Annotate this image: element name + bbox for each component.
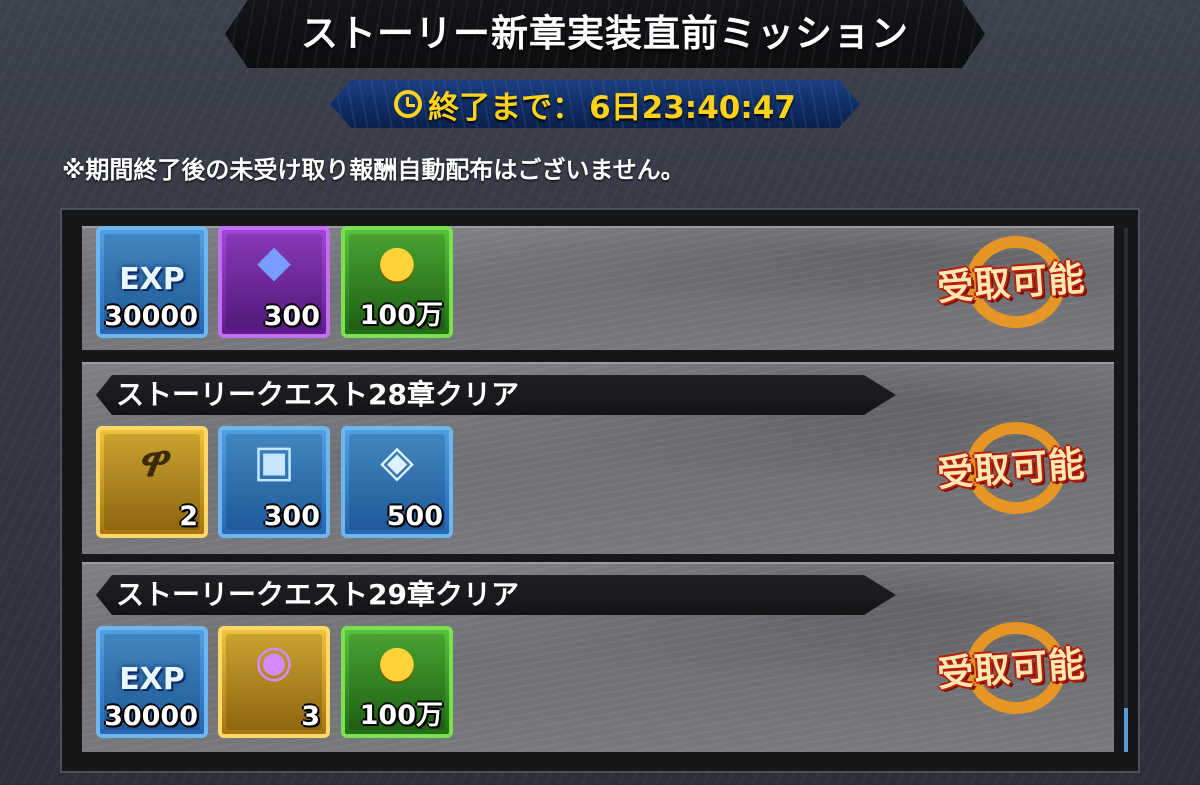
exp-icon: EXP xyxy=(119,662,185,697)
magic-orb-icon: ◉ xyxy=(254,636,294,687)
scrollbar-track[interactable] xyxy=(1124,228,1128,752)
reward-item[interactable]: ◉ 3 xyxy=(218,626,330,738)
page-title: ストーリー新章実装直前ミッション xyxy=(301,12,909,55)
reward-item[interactable]: ◆ 300 xyxy=(218,226,330,338)
claim-label: 受取可能 xyxy=(935,257,1087,310)
reward-count: 2 xyxy=(179,501,198,532)
gem-chest-icon: ◆ xyxy=(257,236,291,287)
scroll-token-icon: ዋ xyxy=(136,436,168,487)
scrollbar-thumb[interactable] xyxy=(1124,708,1128,752)
reward-item[interactable]: ● 100万 xyxy=(341,626,453,738)
gold-coins-icon: ● xyxy=(377,636,417,687)
reward-count: 100万 xyxy=(359,300,443,331)
reward-item[interactable]: EXP 30000 xyxy=(96,626,208,738)
reward-count: 500 xyxy=(386,501,443,532)
reward-item[interactable]: EXP 30000 xyxy=(96,226,208,338)
gold-coins-icon: ● xyxy=(377,236,417,287)
reward-count: 30000 xyxy=(104,701,198,732)
clock-icon xyxy=(394,90,423,118)
timer-label: 終了まで： xyxy=(428,89,584,126)
reward-item[interactable]: ▣ 300 xyxy=(218,426,330,538)
reward-count: 30000 xyxy=(104,301,198,332)
notice-text: ※期間終了後の未受け取り報酬自動配布はございません。 xyxy=(62,156,685,184)
reward-count: 100万 xyxy=(359,700,443,731)
claim-button[interactable]: 受取可能 xyxy=(926,618,1096,714)
reward-item[interactable]: ● 100万 xyxy=(341,226,453,338)
treasure-chest-icon: ▣ xyxy=(253,436,295,487)
claim-label: 受取可能 xyxy=(935,443,1087,496)
claim-button[interactable]: 受取可能 xyxy=(926,418,1096,514)
claim-button[interactable]: 受取可能 xyxy=(926,232,1096,328)
mission-title: ストーリークエスト29章クリア xyxy=(116,578,519,611)
reward-item[interactable]: ◈ 500 xyxy=(341,426,453,538)
timer-value: 6日23:40:47 xyxy=(589,89,796,126)
reward-count: 3 xyxy=(301,701,320,732)
claim-label: 受取可能 xyxy=(935,643,1087,696)
exp-icon: EXP xyxy=(119,262,185,297)
mission-title: ストーリークエスト28章クリア xyxy=(116,378,519,411)
reward-count: 300 xyxy=(263,501,320,532)
crystal-potion-icon: ◈ xyxy=(380,436,414,487)
countdown-timer: 終了まで： 6日23:40:47 xyxy=(330,80,860,128)
reward-item[interactable]: ዋ 2 xyxy=(96,426,208,538)
reward-count: 300 xyxy=(263,301,320,332)
